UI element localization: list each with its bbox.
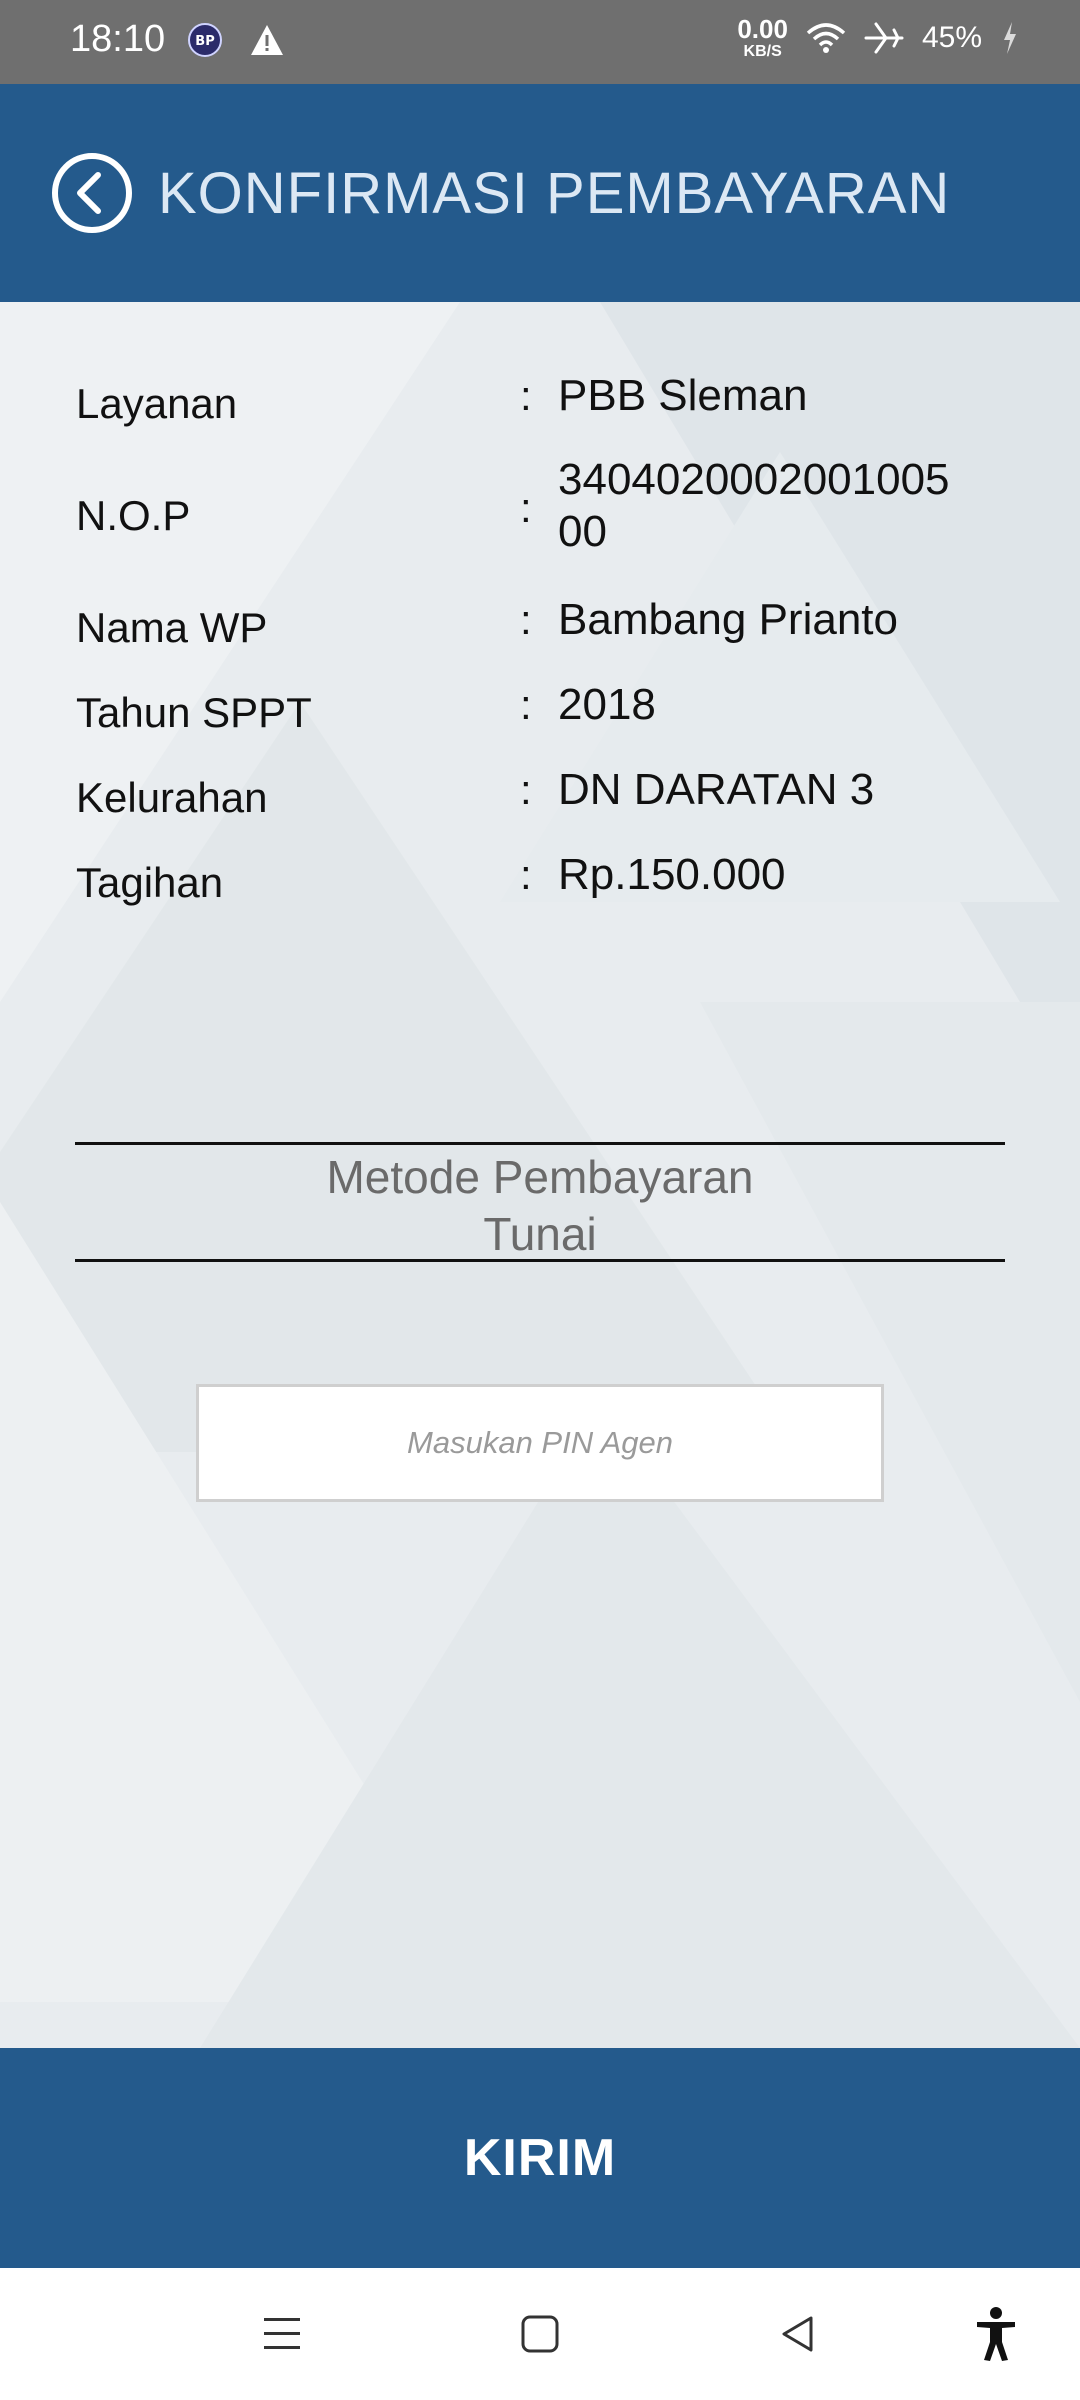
network-speed: 0.00 KB/S [737, 16, 788, 60]
detail-label: Tagihan [76, 859, 224, 906]
status-left-icons: BP [185, 20, 287, 60]
detail-value: 2018 [558, 680, 656, 729]
airplane-mode-icon [864, 18, 904, 58]
screen: 18:10 BP 0.00 KB/S 45% KONFIRMASI PEMBAY… [0, 0, 1080, 2400]
app-notification-icon: BP [185, 20, 225, 60]
charging-icon [1000, 18, 1020, 58]
back-arrow-circle-icon [50, 151, 134, 238]
detail-value: DN DARATAN 3 [558, 765, 875, 814]
home-square-icon[interactable] [504, 2298, 576, 2370]
detail-separator: : [520, 484, 532, 531]
detail-value: Rp.150.000 [558, 850, 786, 899]
detail-value: Bambang Prianto [558, 595, 898, 644]
wifi-icon [806, 18, 846, 58]
payment-method-box: Metode Pembayaran Tunai [75, 1142, 1005, 1262]
pin-input[interactable] [196, 1384, 884, 1502]
detail-label: Nama WP [76, 604, 268, 651]
detail-separator: : [520, 851, 532, 898]
warning-icon [247, 20, 287, 60]
content-area: Layanan : PBB Sleman N.O.P : 34040200020… [0, 302, 1080, 2048]
app-bar: KONFIRMASI PEMBAYARAN [0, 84, 1080, 302]
net-speed-value: 0.00 [737, 14, 788, 44]
back-triangle-icon[interactable] [762, 2298, 834, 2370]
status-bar: 18:10 BP 0.00 KB/S 45% [0, 0, 1080, 84]
menu-icon[interactable] [246, 2298, 318, 2370]
status-time: 18:10 [70, 18, 166, 60]
detail-label: Layanan [76, 380, 238, 427]
payment-method-title: Metode Pembayaran [326, 1151, 754, 1203]
page-title: KONFIRMASI PEMBAYARAN [158, 161, 951, 226]
detail-separator: : [520, 372, 532, 419]
navigation-bar [0, 2268, 1080, 2400]
back-button[interactable] [50, 152, 134, 236]
detail-label: Kelurahan [76, 774, 268, 821]
battery-level: 45% [921, 21, 982, 54]
detail-separator: : [520, 681, 532, 728]
submit-button[interactable]: KIRIM [0, 2048, 1080, 2268]
detail-separator: : [520, 596, 532, 643]
accessibility-icon[interactable] [960, 2298, 1032, 2370]
detail-separator: : [520, 766, 532, 813]
detail-value: 340402000200100500 [558, 455, 950, 556]
detail-label: N.O.P [76, 492, 191, 539]
payment-method-value: Tunai [483, 1208, 597, 1260]
detail-value: PBB Sleman [558, 371, 808, 420]
svg-text:BP: BP [195, 34, 214, 49]
net-speed-unit: KB/S [743, 43, 782, 60]
detail-label: Tahun SPPT [76, 689, 312, 736]
status-right: 0.00 KB/S 45% [737, 16, 1020, 60]
